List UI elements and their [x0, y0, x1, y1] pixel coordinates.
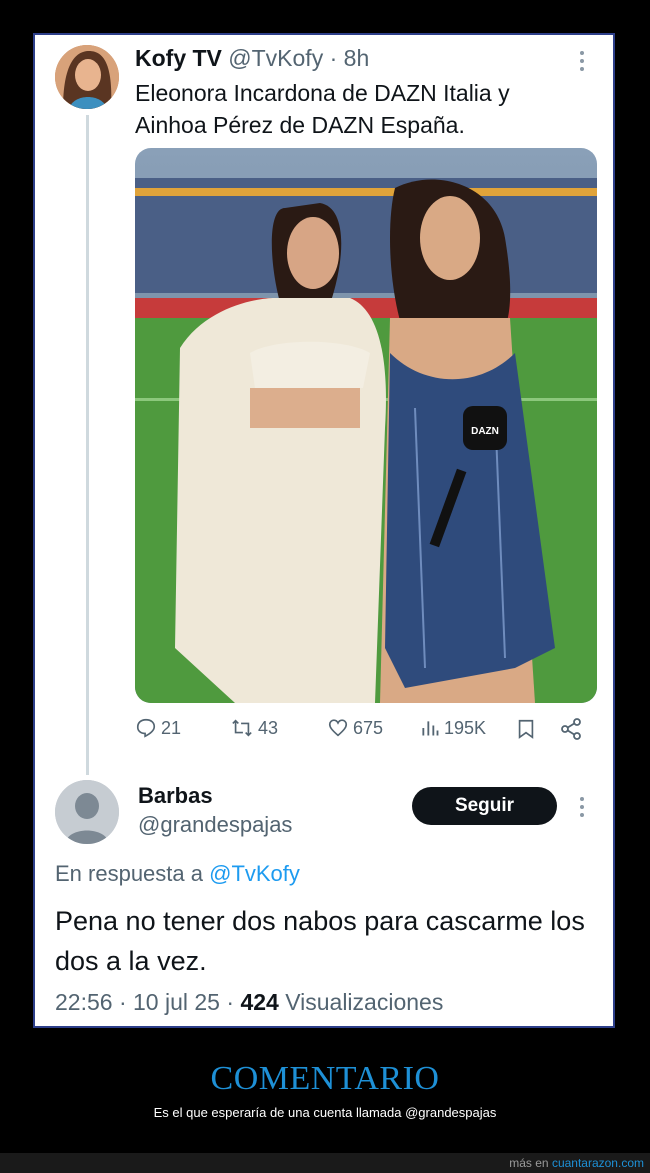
share-icon [561, 718, 581, 740]
reply-mention-link[interactable]: @TvKofy [209, 861, 300, 886]
like-action[interactable]: 675 [327, 717, 383, 739]
caption-subtitle: Es el que esperaría de una cuenta llamad… [153, 1105, 497, 1120]
retweet-action[interactable]: 43 [230, 717, 278, 739]
tweet-photo[interactable]: DAZN [135, 148, 597, 703]
reply-context: En respuesta a @TvKofy [55, 861, 300, 887]
tweet-actions: 21 43 675 195K [135, 717, 597, 747]
author-handle[interactable]: @TvKofy [228, 45, 323, 71]
views-count: 195K [444, 717, 487, 738]
retweet-icon [232, 719, 252, 737]
retweet-count: 43 [258, 717, 279, 738]
tweet-header: Kofy TV @TvKofy · 8h [135, 45, 369, 72]
reply-action[interactable]: 21 [135, 717, 181, 739]
footer-bar: más en cuantarazon.com [0, 1153, 650, 1173]
reply-author-handle[interactable]: @grandespajas [138, 812, 292, 838]
reply-text: Pena no tener dos nabos para cascarme lo… [55, 906, 585, 976]
barbas-avatar[interactable] [55, 780, 119, 844]
header-separator: · [329, 45, 338, 71]
bookmark-action[interactable] [515, 717, 537, 741]
reply-views-label: Visualizaciones [285, 989, 444, 1015]
reply-count: 21 [161, 717, 182, 738]
bookmark-icon [518, 719, 534, 739]
footer-text: más en cuantarazon.com [509, 1156, 644, 1170]
follow-button[interactable]: Seguir [412, 787, 557, 825]
views-icon [422, 721, 439, 736]
views-action[interactable]: 195K [420, 717, 486, 739]
reply-author-name[interactable]: Barbas [138, 783, 213, 809]
tweet-card: Kofy TV @TvKofy · 8h Eleonora Incardona … [33, 33, 615, 1028]
author-name[interactable]: Kofy TV [135, 45, 222, 71]
footer-prefix: más en [509, 1156, 549, 1170]
thread-line [86, 115, 89, 775]
mic-logo: DAZN [471, 426, 499, 437]
caption-title: COMENTARIO [210, 1060, 440, 1097]
share-action[interactable] [559, 717, 583, 741]
default-avatar-icon [55, 780, 119, 844]
kofy-avatar[interactable] [55, 45, 119, 109]
reply-more-icon[interactable] [580, 797, 584, 817]
like-icon [328, 719, 348, 737]
reply-time[interactable]: 22:56 [55, 989, 113, 1015]
reply-icon [136, 718, 156, 738]
tweet-time[interactable]: 8h [344, 45, 370, 71]
meta-separator: · [118, 989, 127, 1015]
reply-meta: 22:56 · 10 jul 25 · 424 Visualizaciones [55, 989, 443, 1016]
meta-separator: · [226, 989, 235, 1015]
tweet-text: Eleonora Incardona de DAZN Italia y Ainh… [135, 80, 510, 138]
like-count: 675 [353, 717, 384, 738]
more-icon[interactable] [580, 51, 584, 71]
site-link[interactable]: cuantarazon.com [552, 1156, 644, 1170]
reply-prefix: En respuesta a [55, 861, 203, 886]
reply-views-count: 424 [240, 989, 279, 1015]
reply-date[interactable]: 10 jul 25 [133, 989, 220, 1015]
